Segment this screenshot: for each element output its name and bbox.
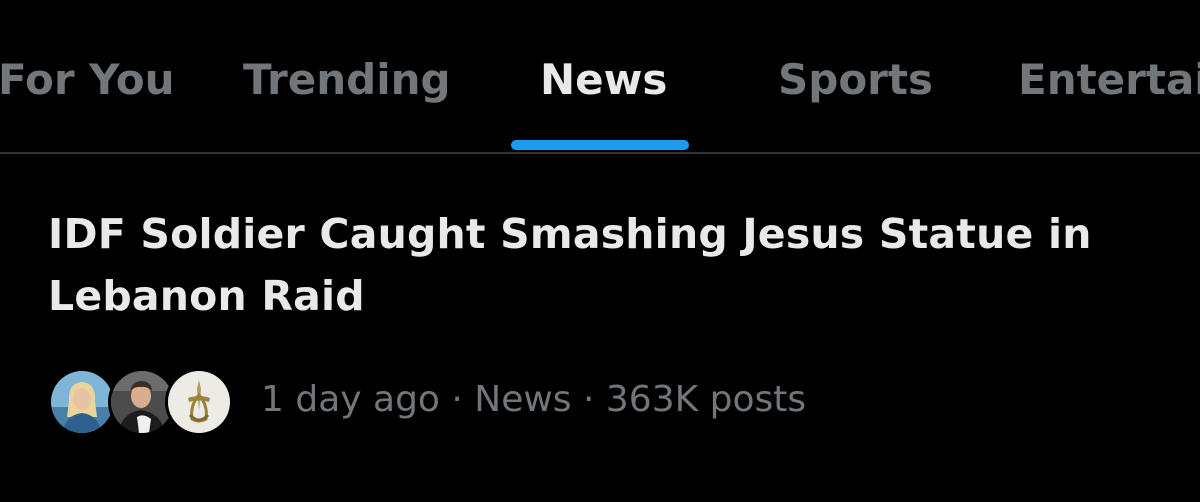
tab-divider [0,152,1200,154]
tab-for-you[interactable]: For You [0,52,175,108]
active-tab-indicator [511,140,689,150]
woman-portrait-avatar [48,368,116,436]
idf-emblem-avatar [165,368,233,436]
explore-tab-bar: For You Trending News Sports Entertai [0,0,1200,152]
trend-meta-text: 1 day ago · News · 363K posts [261,379,807,420]
trend-meta-row: 1 day ago · News · 363K posts [48,362,1148,438]
news-trend-item[interactable]: IDF Soldier Caught Smashing Jesus Statue… [0,155,1200,455]
tab-entertainment[interactable]: Entertai [1018,52,1200,108]
tab-trending[interactable]: Trending [243,52,451,108]
tab-sports[interactable]: Sports [778,52,933,108]
trend-headline[interactable]: IDF Soldier Caught Smashing Jesus Statue… [48,203,1148,327]
tab-news[interactable]: News [540,52,667,108]
